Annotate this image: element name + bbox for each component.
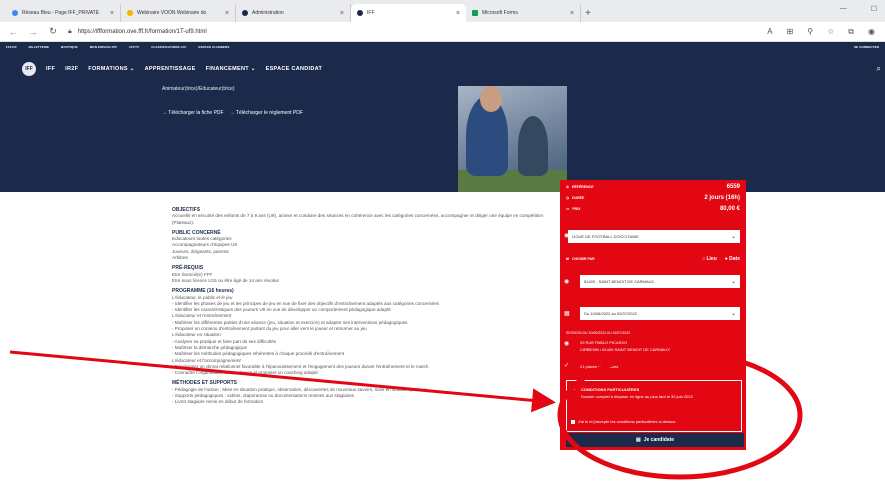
favorite-icon[interactable]: ☆ xyxy=(827,27,834,37)
nav-item-formations[interactable]: FORMATIONS ⌄ xyxy=(88,66,134,72)
apply-button[interactable]: ▤ Je candidate xyxy=(566,433,744,447)
tab-favicon-icon xyxy=(12,10,18,16)
document-icon: ▤ xyxy=(635,437,641,443)
new-tab-button[interactable]: + xyxy=(581,4,595,22)
close-tab-icon[interactable]: × xyxy=(225,10,229,17)
radio-place[interactable]: ○ Lieu xyxy=(702,256,717,262)
top-link[interactable]: ESPACE CLUBBERS xyxy=(198,45,229,49)
close-tab-icon[interactable]: × xyxy=(570,10,574,17)
tab-favicon-icon xyxy=(472,10,478,16)
top-link[interactable]: BOUTIQUE xyxy=(61,45,78,49)
methods-line: - Livret stagiaire remis en début de for… xyxy=(172,399,264,405)
chevron-down-icon: ⌄ xyxy=(730,234,736,240)
filter-icon: ⇄ xyxy=(566,257,569,261)
checkbox[interactable] xyxy=(571,419,575,424)
reference-row: ⊘ RÉFÉRENCE 6559 xyxy=(566,184,740,190)
duration-row: ◷ DURÉE 2 jours (16h) xyxy=(566,195,740,201)
top-link[interactable]: BILLETTERIE xyxy=(29,45,49,49)
window-controls: — ☐ xyxy=(840,5,877,13)
read-aloud-icon[interactable]: A xyxy=(767,27,772,37)
login-link[interactable]: SE CONNECTER xyxy=(854,45,879,49)
conditions-title: CONDITIONS PARTICULIÈRES xyxy=(581,387,640,392)
zoom-icon[interactable]: ⚲ xyxy=(807,27,813,37)
browser-tab[interactable]: Administration × xyxy=(236,4,351,22)
hero-photo xyxy=(458,86,567,192)
clock-icon: ◷ xyxy=(566,196,570,200)
program-line: - Connaître l'organisation des pratiques… xyxy=(172,370,318,376)
chevron-down-icon: ⌄ xyxy=(730,279,736,285)
download-pdf-link[interactable]: → Télécharger la fiche PDF xyxy=(162,110,224,116)
forward-icon[interactable]: → xyxy=(28,27,38,37)
profile-icon[interactable]: ◉ xyxy=(868,27,875,37)
nav-item-espace-candidat[interactable]: ESPACE CANDIDAT xyxy=(266,66,323,72)
hero-banner: Animateur(trice)/Educateur(trice) → Télé… xyxy=(0,86,885,192)
browser-tab[interactable]: Réseau Bleu - Page IFF_PRIVATE × xyxy=(6,4,121,22)
browser-tab-active[interactable]: IFF × xyxy=(351,4,466,22)
url-field[interactable]: 🔒︎ https://iffformation.ove.fff.fr/forma… xyxy=(68,28,207,36)
browser-tab[interactable]: Webinaire VOON Webinaire do × xyxy=(121,4,236,22)
download-rules-link[interactable]: → Télécharger le règlement PDF xyxy=(230,110,303,116)
main-nav: IFF IFF IR2F FORMATIONS ⌄ APPRENTISSAGE … xyxy=(0,52,885,86)
check-icon: ✓ xyxy=(564,363,570,369)
lock-icon: 🔒︎ xyxy=(68,27,72,35)
tag-icon: ⊘ xyxy=(566,185,569,189)
conditions-text: Dossier complet à déposer en ligne au pl… xyxy=(581,394,693,399)
price-row: ▭ PRIX 80,00 € xyxy=(566,206,740,212)
minimize-icon[interactable]: — xyxy=(840,5,847,13)
date-select[interactable]: Du 10/06/2022 au 02/07/2022 ⌄ xyxy=(580,307,740,320)
extensions-icon[interactable]: ⊞ xyxy=(787,27,794,37)
nav-item-financement[interactable]: FINANCEMENT ⌄ xyxy=(206,66,256,72)
address-line: 29 RUE PABLO PICASSO xyxy=(580,340,628,345)
reload-icon[interactable]: ↻ xyxy=(48,26,58,37)
maximize-icon[interactable]: ☐ xyxy=(871,5,877,13)
top-links-strip: FFF.FR BILLETTERIE BOUTIQUE MON ESPACE F… xyxy=(0,42,885,52)
league-select[interactable]: LIGUE DE FOOTBALL D'OCCITANIE ⌄ xyxy=(568,230,740,243)
browser-tab[interactable]: Microsoft Forms × xyxy=(466,4,581,22)
public-line: Arbitres xyxy=(172,255,188,261)
money-icon: ▭ xyxy=(566,207,570,211)
address-line: CIRBESIN / 81400 SAINT BENOIT DE CARMAUX xyxy=(580,347,670,352)
choose-by-row: ⇄ CHOISIR PAR ○ Lieu ● Date xyxy=(566,256,740,262)
tab-favicon-icon xyxy=(357,10,363,16)
radio-date[interactable]: ● Date xyxy=(725,256,740,262)
browser-tab-bar: Réseau Bleu - Page IFF_PRIVATE × Webinair… xyxy=(0,0,885,22)
top-link[interactable]: MON ESPACE FFF xyxy=(90,45,118,49)
conditions-checkbox[interactable]: J'ai lu et j'accepte les conditions part… xyxy=(571,419,675,424)
course-content: OBJECTIFS Accueillir en sécurité des enf… xyxy=(172,203,552,406)
browser-toolbar-icons: A ⊞ ⚲ ☆ ⧉ ◉ xyxy=(767,27,875,37)
address-bar: ← → ↻ 🔒︎ https://iffformation.ove.fff.fr… xyxy=(0,22,885,42)
close-tab-icon[interactable]: × xyxy=(110,10,114,17)
nav-item-iff[interactable]: IFF xyxy=(46,66,55,72)
tab-favicon-icon xyxy=(127,10,133,16)
registration-panel: ⊘ RÉFÉRENCE 6559 ◷ DURÉE 2 jours (16h) ▭ PR… xyxy=(560,180,746,450)
top-link[interactable]: FFFTV xyxy=(129,45,139,49)
place-select[interactable]: 81400 - SAINT BENOIT DE CARMAUX ⌄ xyxy=(580,275,740,288)
prereq-line: Etre sous licence U15 ou être âgé de 14 … xyxy=(172,277,279,283)
location-icon: ◉ xyxy=(564,341,570,347)
top-link[interactable]: FFF.FR xyxy=(6,45,17,49)
objectives-text: Accueillir en sécurité des enfants de 7 … xyxy=(172,213,544,225)
info-icon: ⚠ xyxy=(570,386,576,392)
map-pin-icon: ◉ xyxy=(564,279,570,285)
calendar-icon: ▦ xyxy=(564,311,570,317)
top-link[interactable]: CLASSIFICATIONS LFF xyxy=(151,45,186,49)
audience-text: Animateur(trice)/Educateur(trice) xyxy=(162,86,235,92)
back-icon[interactable]: ← xyxy=(8,27,18,37)
nav-item-apprentissage[interactable]: APPRENTISSAGE xyxy=(145,66,196,72)
nav-item-ir2f[interactable]: IR2F xyxy=(65,66,78,72)
collections-icon[interactable]: ⧉ xyxy=(848,27,854,37)
site-logo[interactable]: IFF xyxy=(22,62,36,76)
places-available: 21 places disponibles xyxy=(580,364,619,369)
session-label: SESSION DU 30/06/2022 AU 02/07/2022 xyxy=(566,331,631,335)
chevron-down-icon: ⌄ xyxy=(730,311,736,317)
close-tab-icon[interactable]: × xyxy=(456,10,460,17)
conditions-box: ⚠ CONDITIONS PARTICULIÈRES Dossier compl… xyxy=(566,380,742,432)
close-tab-icon[interactable]: × xyxy=(340,10,344,17)
tab-favicon-icon xyxy=(242,10,248,16)
search-icon[interactable]: ⌕ xyxy=(877,64,881,74)
